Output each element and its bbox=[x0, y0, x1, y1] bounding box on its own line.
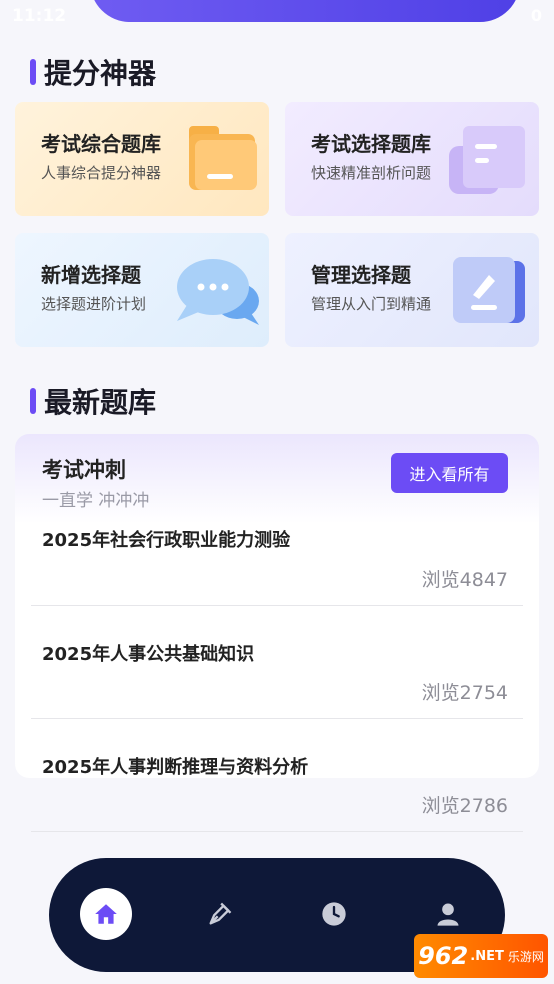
tool-card-title: 考试综合题库 bbox=[41, 132, 161, 156]
view-all-button[interactable]: 进入看所有 bbox=[391, 453, 508, 493]
nav-home[interactable] bbox=[80, 888, 132, 940]
clock-icon bbox=[322, 902, 346, 926]
section-title-tools: 提分神器 bbox=[30, 52, 156, 92]
list-item-views: 浏览2754 bbox=[421, 682, 508, 704]
tool-card-subtitle: 选择题进阶计划 bbox=[41, 295, 147, 313]
tool-card-title: 新增选择题 bbox=[41, 263, 141, 287]
tool-card-title: 考试选择题库 bbox=[311, 132, 431, 156]
tool-card-new-choice[interactable]: 新增选择题 选择题进阶计划 bbox=[15, 233, 269, 347]
panel-subtitle: 一直学 冲冲冲 bbox=[42, 491, 150, 511]
section-accent-bar bbox=[30, 59, 36, 85]
section-title-latest: 最新题库 bbox=[30, 381, 156, 421]
tool-card-choice[interactable]: 考试选择题库 快速精准剖析问题 bbox=[285, 102, 539, 216]
edit-icon bbox=[453, 257, 525, 323]
chat-bubble-icon bbox=[177, 259, 259, 325]
status-battery: 0 bbox=[530, 6, 542, 25]
divider bbox=[31, 831, 523, 832]
nav-practice[interactable] bbox=[194, 888, 246, 940]
user-icon bbox=[437, 903, 459, 926]
home-icon bbox=[95, 904, 117, 924]
list-item-title: 2025年社会行政职业能力测验 bbox=[42, 530, 291, 551]
watermark-suffix: .NET bbox=[470, 948, 504, 964]
list-item-views: 浏览2786 bbox=[421, 795, 508, 817]
pen-icon bbox=[209, 902, 232, 925]
tool-card-subtitle: 快速精准剖析问题 bbox=[311, 164, 432, 182]
tool-card-title: 管理选择题 bbox=[311, 263, 411, 287]
tool-card-comprehensive[interactable]: 考试综合题库 人事综合提分神器 bbox=[15, 102, 269, 216]
status-bar: 11:12 0 bbox=[0, 0, 554, 36]
watermark-text: 962 bbox=[418, 942, 469, 970]
section-accent-bar bbox=[30, 388, 36, 414]
section-title-latest-label: 最新题库 bbox=[44, 386, 157, 419]
divider bbox=[31, 718, 523, 719]
watermark-logo: 962 .NET 乐游网 bbox=[414, 934, 548, 978]
list-item-title: 2025年人事公共基础知识 bbox=[42, 644, 255, 665]
nav-profile[interactable] bbox=[422, 888, 474, 940]
section-title-tools-label: 提分神器 bbox=[44, 57, 157, 90]
list-item-views: 浏览4847 bbox=[421, 569, 508, 591]
list-item-title: 2025年人事判断推理与资料分析 bbox=[42, 757, 309, 778]
tool-card-subtitle: 管理从入门到精通 bbox=[311, 295, 432, 313]
panel-title: 考试冲刺 bbox=[42, 458, 126, 482]
divider bbox=[31, 605, 523, 606]
tool-card-subtitle: 人事综合提分神器 bbox=[41, 164, 162, 182]
status-time: 11:12 bbox=[12, 6, 67, 26]
watermark-sub: 乐游网 bbox=[507, 949, 544, 964]
folder-icon bbox=[189, 126, 257, 190]
nav-history[interactable] bbox=[308, 888, 360, 940]
document-icon bbox=[449, 126, 525, 194]
tool-card-management[interactable]: 管理选择题 管理从入门到精通 bbox=[285, 233, 539, 347]
